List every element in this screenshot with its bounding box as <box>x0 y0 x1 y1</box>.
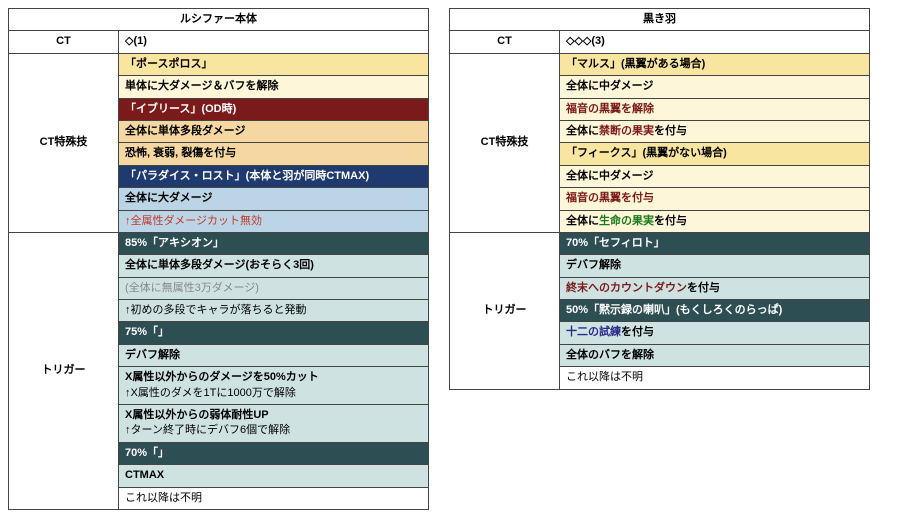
left-row: 「ポースポロス」 <box>119 53 429 75</box>
left-row-text: X属性以外からの弱体耐性UP <box>125 408 422 423</box>
em: 禁断の果実 <box>599 125 654 137</box>
right-row: 全体に生命の果実を付与 <box>560 210 870 232</box>
right-row: 全体に中ダメージ <box>560 76 870 98</box>
left-row: X属性以外からのダメージを50%カット ↑X属性のダメを1Tに1000万で解除 <box>119 367 429 405</box>
text: を付与 <box>621 326 654 338</box>
left-row: デバフ解除 <box>119 344 429 366</box>
left-row: 全体に単体多段ダメージ <box>119 120 429 142</box>
left-row: 「パラダイス・ロスト」(本体と羽が同時CTMAX) <box>119 165 429 187</box>
em: 終末へのカウントダウン <box>566 282 687 294</box>
left-row: 「イブリース」(OD時) <box>119 98 429 120</box>
left-section-trigger: トリガー <box>9 232 119 509</box>
left-row: 70%「」 <box>119 442 429 464</box>
left-row: ↑全属性ダメージカット無効 <box>119 210 429 232</box>
right-row: 70%「セフィロト」 <box>560 232 870 254</box>
left-row: これ以降は不明 <box>119 487 429 509</box>
left-row: 恐怖, 衰弱, 裂傷を付与 <box>119 143 429 165</box>
text: を付与 <box>654 215 687 227</box>
text: を付与 <box>654 125 687 137</box>
left-title: ルシファー本体 <box>9 9 429 31</box>
right-row: 全体に中ダメージ <box>560 165 870 187</box>
left-row: ↑初めの多段でキャラが落ちると発動 <box>119 300 429 322</box>
right-row: 全体に禁断の果実を付与 <box>560 120 870 142</box>
left-row-text: X属性以外からのダメージを50%カット <box>125 370 422 385</box>
right-row: これ以降は不明 <box>560 367 870 389</box>
right-row: 「フィークス」(黒翼がない場合) <box>560 143 870 165</box>
left-row: 85%「アキシオン」 <box>119 232 429 254</box>
left-row-sub: ↑X属性のダメを1Tに1000万で解除 <box>125 386 422 401</box>
right-row: 全体のバフを解除 <box>560 344 870 366</box>
right-row: 50%「黙示録の喇叭」(もくしろくのらっぱ) <box>560 300 870 322</box>
left-section-ct: CT特殊技 <box>9 53 119 232</box>
text: を付与 <box>687 282 720 294</box>
right-row: 福音の黒翼を付与 <box>560 188 870 210</box>
left-table: ルシファー本体 CT ◇(1) CT特殊技 「ポースポロス」 単体に大ダメージ＆… <box>8 8 429 510</box>
left-row-sub: ↑ターン終了時にデバフ6個で解除 <box>125 423 422 438</box>
left-row: (全体に無属性3万ダメージ) <box>119 277 429 299</box>
right-table: 黒き羽 CT ◇◇◇(3) CT特殊技 「マルス」(黒翼がある場合) 全体に中ダ… <box>449 8 870 390</box>
right-section-ct: CT特殊技 <box>450 53 560 232</box>
right-row: デバフ解除 <box>560 255 870 277</box>
left-ct-value: ◇(1) <box>119 31 429 53</box>
left-row: 単体に大ダメージ＆バフを解除 <box>119 76 429 98</box>
right-row: 福音の黒翼を解除 <box>560 98 870 120</box>
right-ct-label: CT <box>450 31 560 53</box>
right-row: 十二の試練を付与 <box>560 322 870 344</box>
left-row: 全体に単体多段ダメージ(おそらく3回) <box>119 255 429 277</box>
left-row: 全体に大ダメージ <box>119 188 429 210</box>
text: 全体に <box>566 125 599 137</box>
em: 十二の試練 <box>566 326 621 338</box>
right-row: 「マルス」(黒翼がある場合) <box>560 53 870 75</box>
left-row: X属性以外からの弱体耐性UP ↑ターン終了時にデバフ6個で解除 <box>119 405 429 443</box>
right-section-trigger: トリガー <box>450 232 560 389</box>
left-ct-label: CT <box>9 31 119 53</box>
right-ct-value: ◇◇◇(3) <box>560 31 870 53</box>
right-row: 終末へのカウントダウンを付与 <box>560 277 870 299</box>
em: 生命の果実 <box>599 215 654 227</box>
text: 全体に <box>566 215 599 227</box>
left-row: 75%「」 <box>119 322 429 344</box>
left-row: CTMAX <box>119 465 429 487</box>
right-title: 黒き羽 <box>450 9 870 31</box>
